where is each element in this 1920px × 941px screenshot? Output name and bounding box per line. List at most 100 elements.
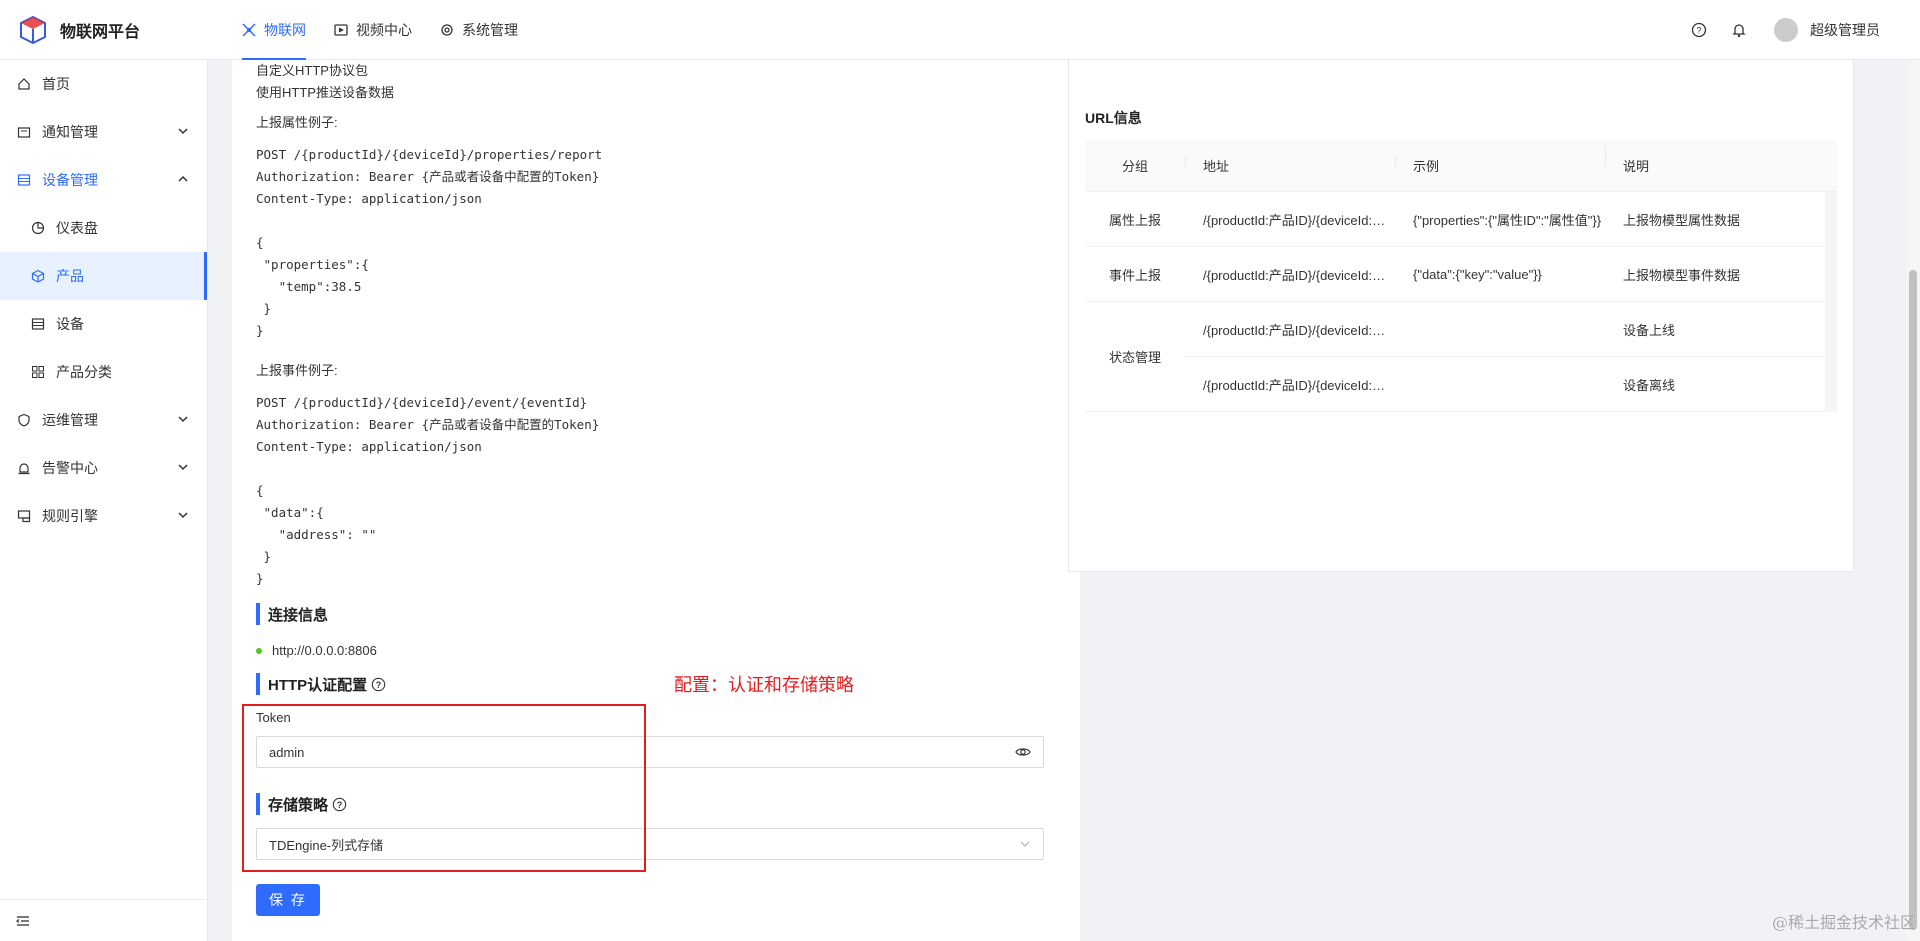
table-row: /{productId:产品ID}/{deviceId:设备ID}/online…	[1185, 302, 1837, 357]
eye-icon[interactable]	[1015, 744, 1031, 760]
table-row: 事件上报 /{productId:产品ID}/{deviceId:设备ID}/e…	[1085, 247, 1837, 302]
col-address: 地址	[1185, 156, 1395, 175]
chevron-down-icon	[178, 512, 188, 519]
col-desc: 说明	[1605, 146, 1817, 175]
collapse-sidebar-button[interactable]	[0, 899, 208, 941]
prop-example-label: 上报属性例子:	[256, 115, 338, 130]
table-row: 属性上报 /{productId:产品ID}/{deviceId:设备ID}/p…	[1085, 192, 1837, 247]
chevron-down-icon	[178, 128, 188, 135]
sidebar-item-notify[interactable]: 通知管理	[0, 108, 207, 156]
sidebar-item-product[interactable]: 产品	[0, 252, 207, 300]
auth-title: HTTP认证配置 ?	[256, 673, 386, 695]
top-header: 物联网平台 物联网 视频中心 系统管理 ? 超级管理员	[0, 0, 1920, 60]
cell-example: {"data":{"key":"value"}}	[1413, 266, 1542, 282]
device-icon	[30, 316, 46, 332]
cell-address: /{productId:产品ID}/{deviceId:设备ID}/offlin…	[1203, 377, 1395, 393]
nav-video[interactable]: 视频中心	[320, 0, 426, 60]
iot-icon	[242, 22, 256, 37]
rules-icon	[16, 508, 32, 524]
question-icon[interactable]: ?	[371, 677, 386, 692]
sidebar-item-label: 首页	[42, 76, 70, 92]
col-group: 分组	[1121, 159, 1148, 174]
nav-video-label: 视频中心	[356, 21, 412, 38]
sidebar-item-ops[interactable]: 运维管理	[0, 396, 207, 444]
video-icon	[334, 23, 348, 36]
chevron-down-icon	[178, 416, 188, 423]
menu-fold-icon	[16, 915, 29, 926]
top-nav: 物联网 视频中心 系统管理	[228, 0, 532, 60]
doc-line1: 自定义HTTP协议包	[256, 63, 368, 78]
auth-title-text: HTTP认证配置	[268, 676, 368, 694]
sidebar-item-home[interactable]: 首页	[0, 60, 207, 108]
cell-group: 事件上报	[1108, 267, 1161, 283]
nav-system-label: 系统管理	[462, 21, 518, 38]
cell-group: 属性上报	[1108, 212, 1161, 228]
sidebar-item-label: 规则引擎	[42, 508, 98, 524]
url-info-card: URL信息 分组 地址 示例 说明 属性上报 /{productId:产品ID}…	[1068, 60, 1854, 572]
settings-icon	[441, 23, 453, 36]
nav-iot-label: 物联网	[264, 21, 306, 38]
main-content: 自定义HTTP协议包 使用HTTP推送设备数据 上报属性例子: POST /{p…	[208, 60, 1920, 941]
logo-icon	[20, 15, 46, 44]
cell-desc: 上报物模型属性数据	[1623, 212, 1741, 228]
nav-system[interactable]: 系统管理	[426, 0, 532, 60]
table-scrollbar[interactable]	[1825, 192, 1837, 412]
table-row: /{productId:产品ID}/{deviceId:设备ID}/offlin…	[1185, 357, 1837, 412]
device-mgmt-icon	[16, 172, 32, 188]
alarm-icon	[16, 460, 32, 476]
app-title: 物联网平台	[60, 23, 141, 41]
event-example-label: 上报事件例子:	[256, 363, 338, 378]
chevron-up-icon	[178, 175, 188, 182]
cube-icon	[30, 268, 46, 284]
sidebar-item-label: 告警中心	[42, 460, 98, 476]
sidebar-item-dashboard[interactable]: 仪表盘	[0, 204, 207, 252]
watermark: @稀土掘金技术社区	[1771, 913, 1916, 932]
category-icon	[30, 364, 46, 380]
url-info-title: URL信息	[1085, 110, 1142, 126]
sidebar-item-label: 产品	[56, 268, 84, 284]
connection-url-item: http://0.0.0.0:8806	[256, 643, 377, 658]
username[interactable]: 超级管理员	[1810, 20, 1880, 40]
status-rows: /{productId:产品ID}/{deviceId:设备ID}/online…	[1185, 302, 1837, 412]
sidebar-item-label: 设备	[56, 316, 84, 332]
col-example: 示例	[1395, 156, 1605, 175]
cell-example: {"properties":{"属性ID":"属性值"}}	[1413, 212, 1602, 228]
connection-url: http://0.0.0.0:8806	[272, 643, 377, 658]
help-icon[interactable]: ?	[1690, 21, 1708, 39]
page-scroll-thumb[interactable]	[1909, 270, 1917, 930]
avatar[interactable]	[1774, 17, 1798, 42]
cell-desc: 设备上线	[1623, 322, 1676, 338]
notify-icon	[16, 124, 32, 140]
home-icon	[16, 76, 32, 92]
cell-desc: 设备离线	[1623, 377, 1676, 393]
svg-text:?: ?	[376, 680, 382, 690]
sidebar-item-device[interactable]: 设备	[0, 300, 207, 348]
annotation-box	[242, 704, 646, 872]
status-group: 状态管理 /{productId:产品ID}/{deviceId:设备ID}/o…	[1085, 302, 1837, 412]
chevron-down-icon	[1019, 838, 1031, 850]
page-scrollbar[interactable]	[1906, 60, 1920, 941]
sidebar-item-device-mgmt[interactable]: 设备管理	[0, 156, 207, 204]
nav-iot[interactable]: 物联网	[228, 0, 320, 60]
save-button[interactable]: 保 存	[256, 884, 320, 916]
pie-chart-icon	[30, 220, 46, 236]
sidebar-item-label: 设备管理	[42, 172, 98, 188]
sidebar-item-label: 运维管理	[42, 412, 98, 428]
sidebar-item-rules[interactable]: 规则引擎	[0, 492, 207, 540]
cell-group: 状态管理	[1085, 302, 1185, 412]
url-table: 分组 地址 示例 说明 属性上报 /{productId:产品ID}/{devi…	[1085, 140, 1837, 412]
cell-address: /{productId:产品ID}/{deviceId:设备ID}/event/…	[1203, 267, 1395, 283]
sidebar-item-category[interactable]: 产品分类	[0, 348, 207, 396]
prop-code-block: POST /{productId}/{deviceId}/properties/…	[256, 147, 603, 338]
cell-address: /{productId:产品ID}/{deviceId:设备ID}/proper…	[1203, 212, 1395, 228]
bell-icon[interactable]	[1730, 21, 1748, 39]
connection-title: 连接信息	[256, 603, 328, 625]
table-header: 分组 地址 示例 说明	[1085, 140, 1837, 192]
connection-title-text: 连接信息	[268, 606, 329, 624]
sidebar-item-label: 通知管理	[42, 124, 98, 140]
shield-icon	[16, 412, 32, 428]
sidebar-item-label: 产品分类	[56, 364, 112, 380]
cell-desc: 上报物模型事件数据	[1623, 267, 1741, 283]
logo[interactable]: 物联网平台	[0, 15, 228, 45]
sidebar-item-alarm[interactable]: 告警中心	[0, 444, 207, 492]
